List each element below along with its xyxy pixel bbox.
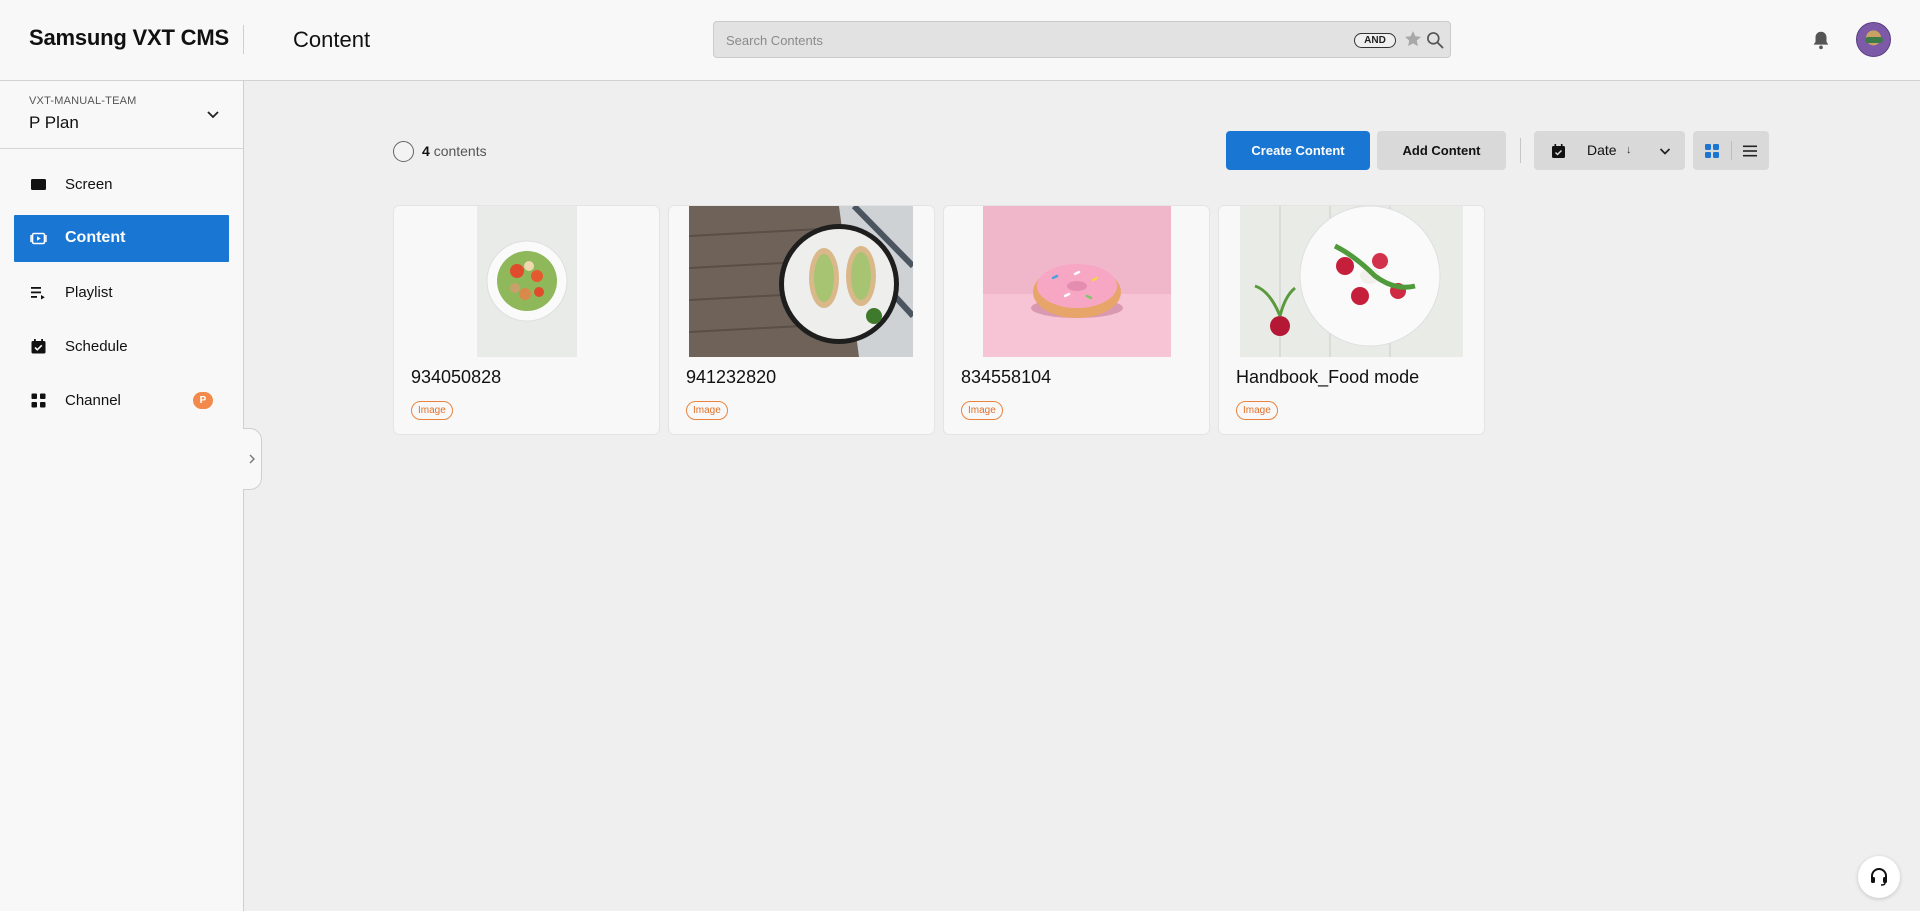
screen-icon [31, 179, 46, 190]
sidebar-item-channel[interactable]: Channel P [14, 377, 229, 424]
sidebar-collapse-toggle[interactable] [243, 428, 262, 490]
brand-logo[interactable]: Samsung VXT CMS [29, 25, 229, 51]
sidebar-item-label: Content [65, 229, 126, 246]
sort-dropdown[interactable]: Date ↓ [1534, 131, 1685, 170]
and-toggle[interactable]: AND [1354, 33, 1396, 48]
search-input[interactable] [726, 30, 1306, 50]
content-thumbnail[interactable] [477, 206, 577, 357]
sort-direction[interactable]: ↓ [1626, 144, 1632, 156]
content-count-value: 4 [422, 143, 430, 159]
schedule-icon [31, 339, 46, 354]
headset-icon [1871, 868, 1887, 886]
star-icon[interactable] [1403, 29, 1423, 49]
bell-icon[interactable] [1810, 28, 1832, 52]
sidebar-item-label: Playlist [65, 284, 113, 301]
sidebar-item-label: Screen [65, 176, 113, 193]
chevron-down-icon [207, 111, 219, 119]
content-type-badge: Image [411, 401, 453, 420]
list-view-icon [1743, 145, 1757, 157]
salad-image [477, 206, 577, 357]
workspace-selector[interactable]: VXT-MANUAL-TEAM P Plan [0, 81, 243, 149]
content-thumbnail[interactable] [983, 206, 1171, 357]
user-avatar[interactable] [1856, 22, 1891, 57]
content-title: 934050828 [411, 367, 502, 387]
content-card[interactable]: Handbook_Food mode Image [1218, 205, 1485, 435]
calendar-icon [1552, 144, 1565, 158]
add-content-button[interactable]: Add Content [1377, 131, 1506, 170]
chevron-right-icon [249, 454, 255, 464]
sidebar-item-label: Schedule [65, 338, 128, 355]
workspace-name: P Plan [29, 113, 79, 132]
playlist-icon [31, 287, 45, 300]
content-card[interactable]: 934050828 Image [393, 205, 660, 435]
sidebar-item-schedule[interactable]: Schedule [14, 323, 229, 370]
channel-icon [31, 393, 46, 408]
content-count: 4 contents [422, 143, 487, 159]
top-header: Samsung VXT CMS Content AND [0, 0, 1920, 81]
sidebar-nav: Screen Content Playlist Schedule Channel… [14, 161, 229, 431]
content-card[interactable]: 941232820 Image [668, 205, 935, 435]
content-title: 941232820 [686, 367, 777, 387]
toolbar-divider [1520, 138, 1521, 163]
donut-image [983, 206, 1171, 357]
content-thumbnail[interactable] [1240, 206, 1463, 357]
view-toggle [1693, 131, 1769, 170]
radish-salad-image [1240, 206, 1463, 357]
sidebar-item-content[interactable]: Content [14, 215, 229, 262]
content-type-badge: Image [686, 401, 728, 420]
page-title: Content [293, 27, 371, 52]
workspace-label: VXT-MANUAL-TEAM [29, 95, 137, 107]
search-icon[interactable] [1425, 30, 1445, 50]
content-count-label: contents [433, 143, 487, 159]
plan-badge: P [193, 392, 213, 409]
create-content-button[interactable]: Create Content [1226, 131, 1370, 170]
support-button[interactable] [1858, 856, 1900, 898]
sort-label: Date [1587, 142, 1617, 158]
sidebar-item-label: Channel [65, 392, 121, 409]
grid-view-icon [1705, 144, 1719, 158]
header-divider [243, 25, 244, 54]
list-view-button[interactable] [1731, 131, 1769, 170]
content-type-badge: Image [1236, 401, 1278, 420]
sidebar-item-playlist[interactable]: Playlist [14, 269, 229, 316]
content-type-badge: Image [961, 401, 1003, 420]
content-card[interactable]: 834558104 Image [943, 205, 1210, 435]
grid-view-button[interactable] [1693, 131, 1731, 170]
content-title: Handbook_Food mode [1236, 367, 1420, 387]
content-thumbnail[interactable] [689, 206, 913, 357]
chevron-down-icon [1659, 148, 1671, 155]
sidebar-item-screen[interactable]: Screen [14, 161, 229, 208]
content-icon [30, 232, 47, 245]
avocado-toast-image [689, 206, 913, 357]
content-title: 834558104 [961, 367, 1052, 387]
sidebar: VXT-MANUAL-TEAM P Plan Screen Content Pl… [0, 81, 244, 911]
select-all-checkbox[interactable] [393, 141, 414, 162]
search-bar: AND [713, 21, 1451, 58]
